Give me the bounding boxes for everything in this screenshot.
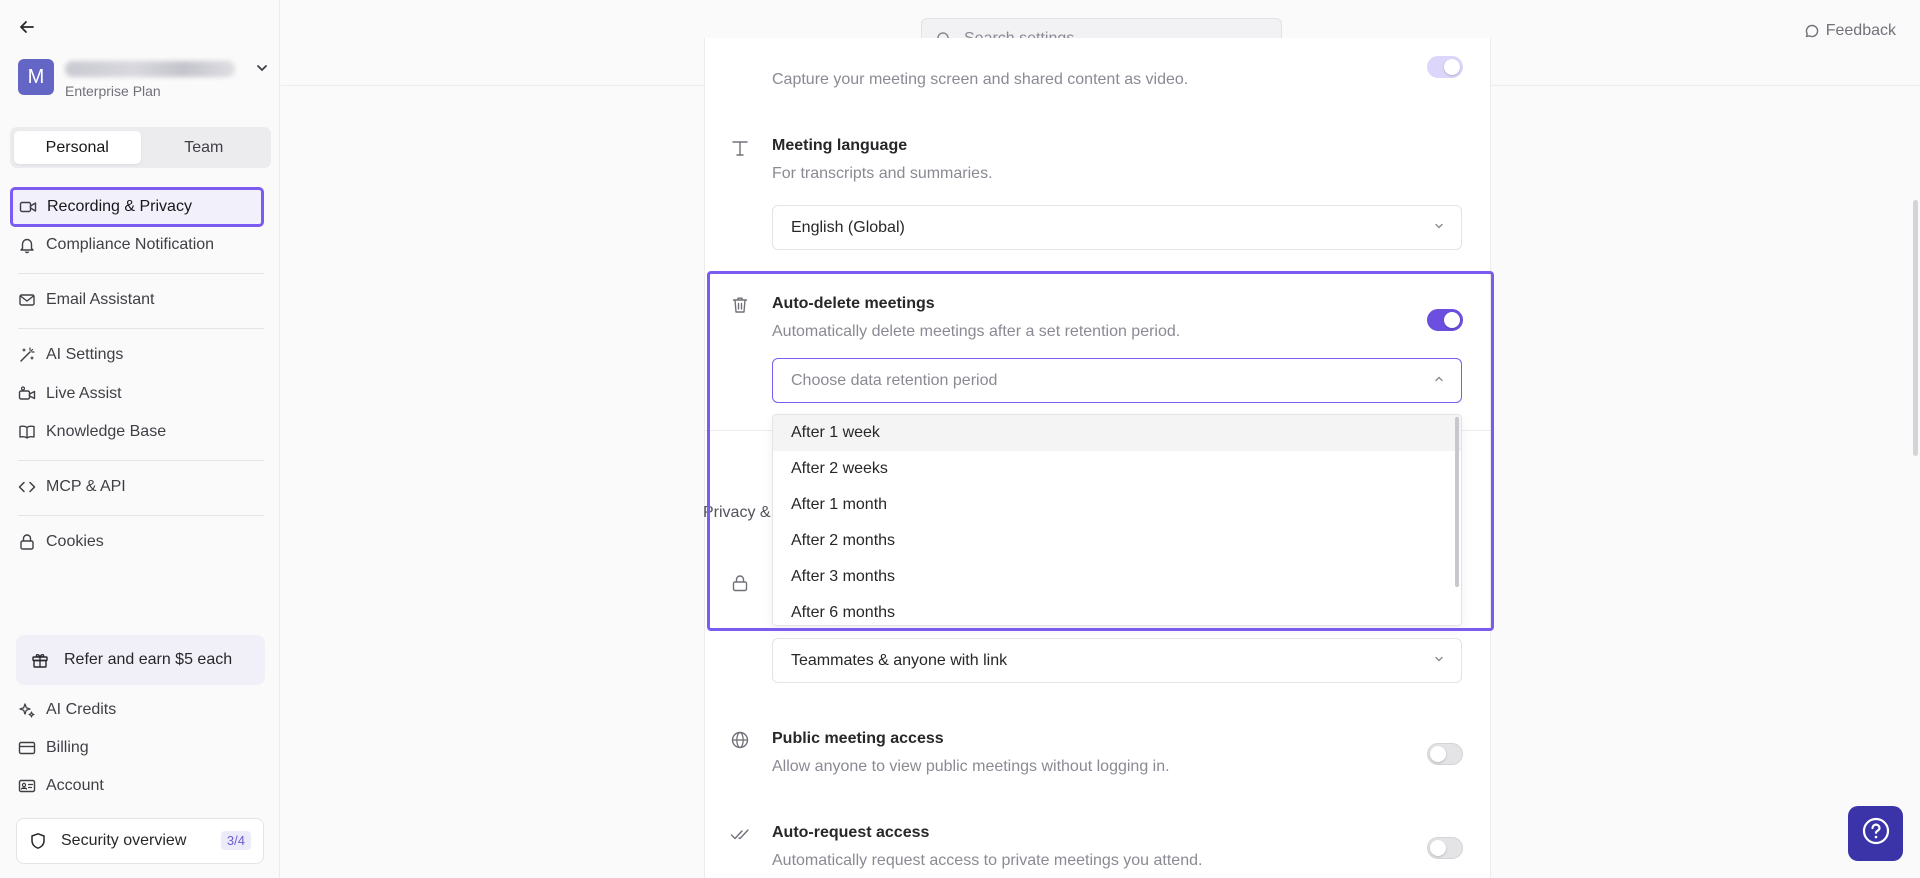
sidebar-item-cookies[interactable]: Cookies — [10, 524, 264, 560]
refer-label: Refer and earn $5 each — [64, 651, 233, 668]
chevron-down-icon — [1433, 653, 1445, 668]
sidebar-item-ai-credits[interactable]: AI Credits — [10, 692, 264, 728]
sidebar-item-label: Knowledge Base — [46, 423, 167, 440]
public-access-description: Allow anyone to view public meetings wit… — [772, 758, 1170, 775]
sidebar: M Enterprise Plan Personal Team Recordin… — [0, 0, 280, 878]
credit-card-icon — [18, 739, 36, 757]
sidebar-item-label: MCP & API — [46, 478, 126, 495]
scope-segmented-control: Personal Team — [10, 127, 271, 168]
id-card-icon — [18, 777, 36, 795]
retention-period-select[interactable]: Choose data retention period — [772, 358, 1462, 403]
retention-period-dropdown: After 1 week After 2 weeks After 1 month… — [772, 414, 1462, 626]
help-button[interactable] — [1848, 806, 1903, 861]
video-camera-icon — [19, 198, 37, 216]
public-access-title: Public meeting access — [772, 730, 944, 747]
sidebar-divider — [18, 460, 264, 461]
sidebar-divider — [18, 328, 264, 329]
retention-option[interactable]: After 1 month — [773, 487, 1461, 523]
sidebar-item-email-assistant[interactable]: Email Assistant — [10, 282, 264, 318]
question-mark-icon — [1861, 816, 1891, 851]
sidebar-item-label: Recording & Privacy — [47, 198, 192, 215]
sidebar-item-live-assist[interactable]: Live Assist — [10, 376, 264, 412]
lock-icon — [729, 572, 751, 594]
recording-settings-group: Capture your meeting screen and shared c… — [705, 38, 1492, 431]
security-overview-label: Security overview — [61, 832, 187, 849]
magic-wand-icon — [18, 346, 36, 364]
sidebar-item-ai-settings[interactable]: AI Settings — [10, 337, 264, 373]
text-type-icon — [729, 137, 751, 159]
shield-icon — [29, 832, 47, 850]
meeting-language-description: For transcripts and summaries. — [772, 165, 993, 182]
sparkles-icon — [18, 701, 36, 719]
gift-icon — [30, 650, 50, 670]
sidebar-item-label: Cookies — [46, 533, 104, 550]
meeting-language-select[interactable]: English (Global) — [772, 205, 1462, 250]
sidebar-item-mcp-api[interactable]: MCP & API — [10, 469, 264, 505]
sidebar-item-billing[interactable]: Billing — [10, 730, 264, 766]
tab-team[interactable]: Team — [141, 131, 268, 164]
video-recording-description: Capture your meeting screen and shared c… — [772, 71, 1189, 88]
code-brackets-icon — [18, 478, 36, 496]
sidebar-item-label: AI Credits — [46, 701, 117, 718]
globe-icon — [729, 729, 751, 751]
auto-delete-title: Auto-delete meetings — [772, 295, 935, 312]
sidebar-item-account[interactable]: Account — [10, 768, 264, 804]
auto-request-description: Automatically request access to private … — [772, 852, 1203, 869]
meeting-language-title: Meeting language — [772, 137, 908, 154]
trash-icon — [729, 294, 751, 316]
meeting-language-value: English (Global) — [791, 218, 905, 236]
mail-icon — [18, 291, 36, 309]
account-switcher[interactable]: M Enterprise Plan — [18, 59, 268, 101]
security-overview-button[interactable]: Security overview 3/4 — [16, 818, 264, 864]
chevron-up-icon — [1433, 373, 1445, 388]
sidebar-item-recording-privacy[interactable]: Recording & Privacy — [10, 187, 264, 227]
default-meeting-access-value: Teammates & anyone with link — [791, 651, 1008, 669]
chat-bubble-icon — [1804, 23, 1820, 39]
chevron-down-icon — [1433, 220, 1445, 235]
auto-delete-toggle[interactable] — [1427, 309, 1463, 331]
auto-request-title: Auto-request access — [772, 824, 930, 841]
chevron-down-icon[interactable] — [256, 61, 268, 77]
privacy-section-heading: Privacy & — [703, 504, 771, 521]
page-scrollbar[interactable] — [1913, 200, 1918, 456]
book-icon — [18, 423, 36, 441]
retention-option[interactable]: After 3 months — [773, 559, 1461, 595]
retention-option[interactable]: After 1 week — [773, 415, 1461, 451]
bell-icon — [18, 236, 36, 254]
sidebar-item-compliance-notification[interactable]: Compliance Notification — [10, 227, 264, 263]
sidebar-item-label: Email Assistant — [46, 291, 155, 308]
tab-personal[interactable]: Personal — [14, 131, 141, 164]
feedback-button[interactable]: Feedback — [1804, 22, 1896, 40]
security-score-badge: 3/4 — [220, 831, 251, 850]
sidebar-divider — [18, 515, 264, 516]
auto-request-toggle[interactable] — [1427, 837, 1463, 859]
sidebar-item-label: AI Settings — [46, 346, 124, 363]
video-recording-toggle[interactable] — [1427, 56, 1463, 78]
feedback-label: Feedback — [1825, 22, 1896, 39]
sidebar-item-label: Account — [46, 777, 104, 794]
public-access-toggle[interactable] — [1427, 743, 1463, 765]
default-meeting-access-select[interactable]: Teammates & anyone with link — [772, 638, 1462, 683]
sidebar-divider — [18, 273, 264, 274]
account-email-blurred — [65, 61, 235, 77]
back-arrow-icon[interactable] — [16, 16, 38, 38]
live-camera-icon — [18, 385, 36, 403]
double-check-icon — [729, 823, 751, 845]
dropdown-scrollbar[interactable] — [1455, 417, 1459, 587]
account-plan: Enterprise Plan — [65, 83, 161, 99]
sidebar-item-label: Compliance Notification — [46, 236, 215, 253]
sidebar-item-label: Billing — [46, 739, 89, 756]
lock-icon — [18, 533, 36, 551]
avatar: M — [18, 59, 54, 95]
sidebar-item-knowledge-base[interactable]: Knowledge Base — [10, 414, 264, 450]
retention-option[interactable]: After 6 months — [773, 595, 1461, 625]
refer-and-earn-button[interactable]: Refer and earn $5 each — [16, 635, 265, 685]
retention-option[interactable]: After 2 weeks — [773, 451, 1461, 487]
retention-period-placeholder: Choose data retention period — [791, 371, 998, 389]
sidebar-item-label: Live Assist — [46, 385, 122, 402]
auto-delete-description: Automatically delete meetings after a se… — [772, 323, 1181, 340]
retention-option[interactable]: After 2 months — [773, 523, 1461, 559]
